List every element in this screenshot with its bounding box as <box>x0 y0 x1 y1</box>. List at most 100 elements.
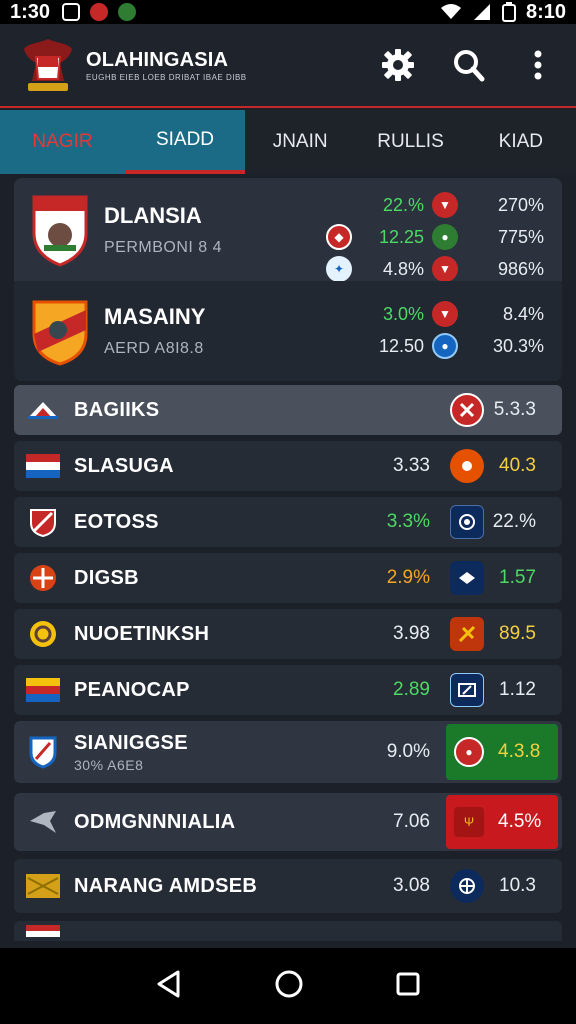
team-badge-icon <box>450 505 484 539</box>
flag-icon <box>26 452 60 480</box>
list-item[interactable]: NARANG AMDSEB 3.08 10.3 <box>14 859 562 913</box>
eye-icon: ● <box>432 224 458 250</box>
team-badge-icon: ● <box>454 737 484 767</box>
stat-value: 4.8% <box>382 258 424 279</box>
team-badge-icon: ✦ <box>326 256 352 282</box>
odds-box[interactable]: ● 4.3.8 <box>446 724 558 780</box>
tab-jnain[interactable]: JNAIN <box>245 110 355 174</box>
more-vert-icon <box>534 50 542 80</box>
list-item[interactable]: SIANIGGSE 30% A6E8 9.0% ● 4.3.8 <box>14 721 562 783</box>
list-item[interactable]: SLASUGA 3.33 40.3 <box>14 441 562 491</box>
item-label: ODMGNNNIALIA <box>74 810 236 833</box>
status-bar: 1:30 8:10 <box>0 0 576 24</box>
odds-value: 40.3 <box>499 455 536 476</box>
item-label: PEANOCAP <box>74 678 190 701</box>
search-button[interactable] <box>448 45 488 85</box>
item-value: 9.0% <box>386 741 430 762</box>
app-notification-icon <box>90 3 109 21</box>
odds-value: 1.57 <box>499 567 536 588</box>
team-badge-icon: ● <box>432 333 458 359</box>
list-item-partial[interactable] <box>14 921 562 941</box>
odds-value: 5.3.3 <box>493 399 536 420</box>
match-list: DLANSIA PERMBONI 8 4 22.% ▼ 270% ◆ 12.25… <box>14 178 562 941</box>
stat-percent: 270% <box>497 194 544 215</box>
featured-title: MASAINY <box>104 304 206 329</box>
featured-stats: 22.% ▼ 270% ◆ 12.25 ● 775% ✦ 4.8% ▼ 986% <box>326 192 544 282</box>
stat-percent: 30.3% <box>492 335 544 356</box>
back-icon <box>157 970 180 997</box>
app-bar: OLAHINGASIA EUGHB EIEB LOEB DRIBAT IBAE … <box>0 24 576 108</box>
featured-row[interactable]: DLANSIA PERMBONI 8 4 22.% ▼ 270% ◆ 12.25… <box>14 178 562 282</box>
odds-value: 22.% <box>492 511 536 532</box>
featured-stats: 3.0% ▼ 8.4% 12.50 ● 30.3% <box>326 301 544 359</box>
status-clock: 8:10 <box>525 0 566 23</box>
flag-icon <box>26 676 60 704</box>
odds-value: 4.5% <box>498 811 542 832</box>
wifi-icon <box>440 4 461 19</box>
team-badge-icon <box>450 561 484 595</box>
item-label: SLASUGA <box>74 454 174 477</box>
flag-icon <box>26 917 60 945</box>
flag-icon <box>26 808 60 836</box>
app-tagline: EUGHB EIEB LOEB DRIBAT IBAE DIBB <box>86 72 247 82</box>
recents-button[interactable] <box>396 972 420 1001</box>
item-value: 3.08 <box>393 875 430 896</box>
tab-siadd[interactable]: SIADD <box>125 110 245 174</box>
stat-value: 3.0% <box>382 303 424 324</box>
item-value: 2.89 <box>393 679 430 700</box>
stat-percent: 986% <box>497 258 544 279</box>
stat-percent: 775% <box>497 226 544 247</box>
item-label: NARANG AMDSEB <box>74 874 258 897</box>
list-item[interactable]: DIGSB 2.9% 1.57 <box>14 553 562 603</box>
flag-icon <box>26 396 60 424</box>
item-label: NUOETINKSH <box>74 622 210 645</box>
battery-icon <box>501 2 516 22</box>
featured-card[interactable]: DLANSIA PERMBONI 8 4 22.% ▼ 270% ◆ 12.25… <box>14 178 562 381</box>
team-badge-icon: Ψ <box>454 807 484 837</box>
flag-icon <box>26 736 60 769</box>
status-time: 1:30 <box>10 0 51 23</box>
team-crest-icon <box>32 300 88 366</box>
featured-subtitle: PERMBONI 8 4 <box>104 238 223 256</box>
odds-value: 10.3 <box>499 875 536 896</box>
team-badge-icon <box>450 449 484 483</box>
down-arrow-icon: ▼ <box>432 301 458 327</box>
odds-box[interactable]: Ψ 4.5% <box>446 795 558 849</box>
home-button[interactable] <box>275 970 303 1003</box>
item-label: DIGSB <box>74 566 139 589</box>
tab-kiad[interactable]: KIAD <box>466 110 576 174</box>
app-logo-icon <box>24 39 72 91</box>
featured-subtitle: AERD A8I8.8 <box>104 340 204 357</box>
tab-rullis[interactable]: RULLIS <box>355 110 465 174</box>
list-item[interactable]: BAGIIKS 5.3.3 <box>14 385 562 435</box>
more-options-button[interactable] <box>518 45 558 85</box>
settings-button[interactable] <box>378 45 418 85</box>
tab-nagir[interactable]: NAGIR <box>0 110 125 174</box>
item-label: EOTOSS <box>74 510 159 533</box>
list-item[interactable]: PEANOCAP 2.89 1.12 <box>14 665 562 715</box>
flag-icon <box>26 508 60 537</box>
list-item[interactable]: EOTOSS 3.3% 22.% <box>14 497 562 547</box>
back-button[interactable] <box>156 970 182 1003</box>
odds-value: 1.12 <box>499 679 536 700</box>
down-arrow-icon: ▼ <box>432 192 458 218</box>
team-badge-icon <box>450 673 484 707</box>
flag-icon <box>26 620 60 648</box>
team-badge-icon <box>450 869 484 903</box>
odds-value: 4.3.8 <box>498 741 541 762</box>
gear-icon <box>382 49 414 81</box>
stat-value: 12.50 <box>378 335 424 356</box>
featured-row[interactable]: MASAINY AERD A8I8.8 3.0% ▼ 8.4% 12.50 ● … <box>14 281 562 381</box>
list-item[interactable]: ODMGNNNIALIA 7.06 Ψ 4.5% <box>14 793 562 851</box>
stat-value: 12.25 <box>378 226 424 247</box>
whatsapp-icon <box>118 3 137 21</box>
app-title: OLAHINGASIA <box>86 48 229 71</box>
list-item[interactable]: NUOETINKSH 3.98 89.5 <box>14 609 562 659</box>
stat-value: 22.% <box>382 194 424 215</box>
team-badge-icon <box>450 617 484 651</box>
team-crest-icon <box>32 195 88 267</box>
flag-icon <box>26 872 60 900</box>
item-value: 3.3% <box>386 511 430 532</box>
system-nav-bar <box>0 948 576 1024</box>
flag-icon <box>26 564 60 592</box>
